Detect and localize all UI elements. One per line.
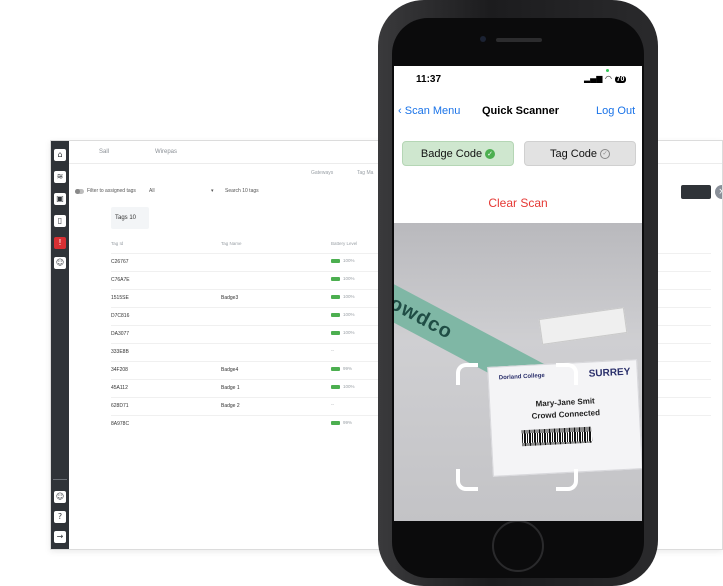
alert-icon[interactable]: ! — [54, 237, 66, 249]
col-tag-id[interactable]: Tag Id — [111, 241, 123, 246]
tag-name: Badge4 — [221, 367, 239, 373]
status-icons: ▂▄▆ ◠ 70 — [584, 74, 627, 83]
network-icon[interactable]: ≋ — [54, 171, 66, 183]
battery-level: 100% — [343, 330, 355, 335]
tag-id: 45A112 — [111, 385, 128, 391]
battery-level: 100% — [343, 312, 355, 317]
tag-id: 333E8B — [111, 349, 129, 355]
lanyard-text: crowdco — [394, 282, 457, 344]
action-button[interactable] — [681, 185, 711, 199]
tag-code-label: Tag Code — [549, 148, 598, 160]
front-camera-icon — [480, 36, 486, 42]
filter-select[interactable]: All — [149, 188, 155, 194]
users-icon[interactable]: ☺ — [54, 257, 66, 269]
battery-icon — [331, 295, 340, 299]
tag-id: C76A7E — [111, 277, 130, 283]
badge-code-button[interactable]: Badge Code ✓ — [402, 141, 514, 166]
nav-bar: ‹ Scan Menu Quick Scanner Log Out — [394, 100, 642, 124]
col-tag-name[interactable]: Tag Name — [221, 241, 242, 246]
close-icon[interactable]: × — [715, 185, 722, 199]
signal-icon: ▂▄▆ — [584, 74, 603, 83]
battery-icon — [331, 385, 340, 389]
top-tabs: Sall Wirepas — [69, 145, 229, 165]
chevron-left-icon: ‹ — [398, 105, 405, 117]
battery-icon — [331, 277, 340, 281]
badge-code-label: Badge Code — [420, 148, 483, 160]
tag-name: Badge3 — [221, 295, 239, 301]
tag-id: 34F208 — [111, 367, 128, 373]
scan-frame-corner — [556, 469, 578, 491]
tag-id: 8A978C — [111, 421, 130, 427]
tag-code-button[interactable]: Tag Code ✓ — [524, 141, 636, 166]
battery-level: 99% — [343, 366, 353, 371]
battery-level: -- — [331, 348, 334, 353]
battery-icon — [331, 313, 340, 317]
college-logo: Dorland College — [498, 373, 545, 382]
tab-sall[interactable]: Sall — [99, 149, 109, 155]
tag-id: C26767 — [111, 259, 129, 265]
logout-button[interactable]: Log Out — [596, 105, 635, 117]
tag-id: 628D71 — [111, 403, 129, 409]
search-input[interactable]: Search 10 tags — [225, 188, 259, 194]
scan-frame-corner — [456, 363, 478, 385]
tag-name: Badge 1 — [221, 385, 240, 391]
screenshot-stage: ⌂ ≋ ▣ ▯ ! ☺ ☺ ? → Sall Wirepas Gateways … — [0, 0, 723, 586]
rail-divider — [53, 479, 67, 480]
filter-label: Filter to assigned tags — [87, 188, 136, 194]
col-battery[interactable]: Battery Level — [331, 241, 357, 246]
battery-level-badge: 70 — [614, 76, 627, 83]
tag-id: 1515SE — [111, 295, 129, 301]
battery-icon — [331, 367, 340, 371]
tags-count-card: Tags 10 — [111, 207, 149, 229]
assigned-toggle[interactable] — [75, 189, 84, 194]
battery-level: 100% — [343, 384, 355, 389]
tab-wirepas[interactable]: Wirepas — [155, 149, 177, 155]
help-icon[interactable]: ? — [54, 511, 66, 523]
mic-indicator-icon — [606, 69, 609, 72]
mobile-icon[interactable]: ▯ — [54, 215, 66, 227]
side-rail: ⌂ ≋ ▣ ▯ ! ☺ ☺ ? → — [51, 141, 69, 549]
back-button[interactable]: ‹ Scan Menu — [398, 105, 460, 117]
status-time: 11:37 — [416, 74, 442, 85]
scan-frame-corner — [456, 469, 478, 491]
image-icon[interactable]: ▣ — [54, 193, 66, 205]
clear-scan-button[interactable]: Clear Scan — [394, 196, 642, 210]
tab-tag-management[interactable]: Tag Ma — [357, 170, 373, 176]
battery-level: 100% — [343, 276, 355, 281]
check-outline-icon: ✓ — [600, 149, 611, 160]
battery-level: 99% — [343, 420, 353, 425]
badge-clip — [538, 307, 628, 345]
check-circle-icon: ✓ — [485, 149, 496, 160]
back-label: Scan Menu — [404, 105, 461, 117]
battery-icon — [331, 331, 340, 335]
home-button[interactable] — [492, 520, 544, 572]
logout-icon[interactable]: → — [54, 531, 66, 543]
tab-gateways[interactable]: Gateways — [311, 170, 333, 176]
barcode — [521, 426, 593, 447]
earpiece-icon — [496, 38, 542, 42]
tag-id: DA3077 — [111, 331, 130, 337]
scan-frame-corner — [556, 363, 578, 385]
tag-name: Badge 2 — [221, 403, 240, 409]
university-logo: SURREY — [588, 366, 631, 380]
page-title: Quick Scanner — [482, 105, 560, 117]
tag-id: D7C816 — [111, 313, 130, 319]
battery-icon — [331, 421, 340, 425]
camera-preview: crowdco Dorland College SURREY Mary-Jane… — [394, 223, 642, 521]
user-settings-icon[interactable]: ☺ — [54, 491, 66, 503]
battery-level: -- — [331, 402, 334, 407]
battery-level: 100% — [343, 294, 355, 299]
wifi-icon: ◠ — [605, 74, 612, 83]
home-icon[interactable]: ⌂ — [54, 149, 66, 161]
phone-screen: 11:37 ▂▄▆ ◠ 70 ‹ Scan Menu Quick Scanner… — [394, 66, 642, 521]
battery-level: 100% — [343, 258, 355, 263]
chevron-down-icon[interactable]: ▾ — [211, 188, 214, 194]
battery-icon — [331, 259, 340, 263]
